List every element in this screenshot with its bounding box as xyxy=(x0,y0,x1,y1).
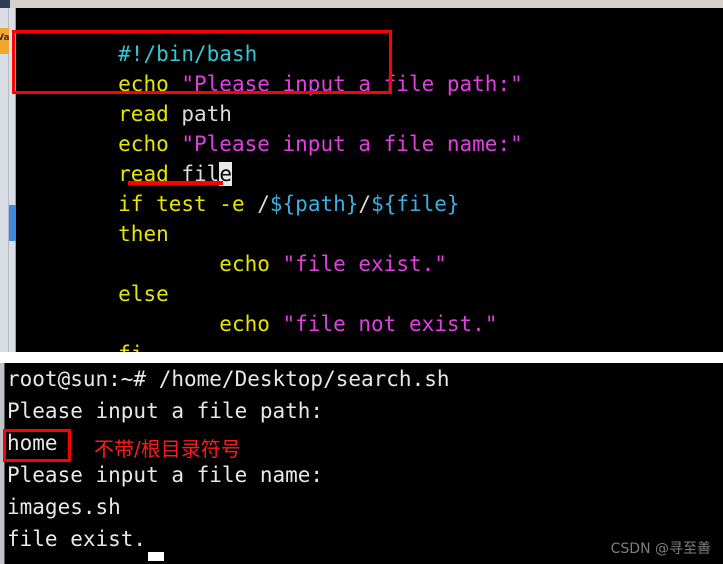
annotation-underline-path-variable xyxy=(128,181,223,185)
code-text: "file exist." xyxy=(282,252,447,276)
code-text: / xyxy=(257,192,270,216)
taskbar-item-label: Va xyxy=(0,33,9,43)
code-text: echo xyxy=(118,312,283,336)
taskbar-item-va[interactable]: Va xyxy=(0,28,9,54)
code-text: "Please input a file name:" xyxy=(181,132,523,156)
code-text: echo xyxy=(118,72,182,96)
code-text: "Please input a file path:" xyxy=(181,72,523,96)
terminal-output-area[interactable]: root@sun:~# /home/Desktop/search.sh Plea… xyxy=(7,363,723,564)
code-line-shebang: #!/bin/bash xyxy=(17,9,723,66)
terminal-line-prompt-name: Please input a file name: xyxy=(7,463,324,487)
desktop-left-column: Va xyxy=(0,8,9,352)
terminal-line-input-name: images.sh xyxy=(7,495,121,519)
annotation-note-text: 不带/根目录符号 xyxy=(94,437,241,461)
code-text: / xyxy=(358,192,372,216)
text-editor-pane: #!/bin/bash echo "Please input a file pa… xyxy=(9,8,723,396)
terminal-block-cursor xyxy=(148,552,164,561)
terminal-line-prompt-path: Please input a file path: xyxy=(7,399,324,423)
code-text: then xyxy=(118,222,169,246)
code-text: "file not exist." xyxy=(282,312,498,336)
code-text: if test -e xyxy=(118,192,258,216)
code-text: echo xyxy=(118,252,283,276)
terminal-line-command: root@sun:~# /home/Desktop/search.sh xyxy=(7,367,450,391)
code-text: echo xyxy=(118,132,182,156)
editor-code-area[interactable]: #!/bin/bash echo "Please input a file pa… xyxy=(17,8,723,396)
code-text: #!/bin/bash xyxy=(118,42,258,66)
code-text: path xyxy=(181,102,232,126)
terminal-left-border xyxy=(0,363,5,564)
csdn-watermark: CSDN @寻至善 xyxy=(610,541,711,557)
desktop-top-strip xyxy=(0,0,723,8)
screenshot-root: Va #!/bin/bash echo "Please input a file… xyxy=(0,0,723,564)
editor-scrollbar-thumb[interactable] xyxy=(9,205,16,241)
code-text: read xyxy=(118,102,182,126)
panel-divider-gap xyxy=(0,352,723,363)
code-text: ${path} xyxy=(269,192,359,216)
code-text: else xyxy=(118,282,169,306)
editor-vertical-scrollbar[interactable] xyxy=(9,8,16,352)
code-text: ${file} xyxy=(371,192,460,216)
terminal-pane[interactable]: root@sun:~# /home/Desktop/search.sh Plea… xyxy=(0,363,723,564)
desktop-top-strip-accent xyxy=(0,0,10,8)
